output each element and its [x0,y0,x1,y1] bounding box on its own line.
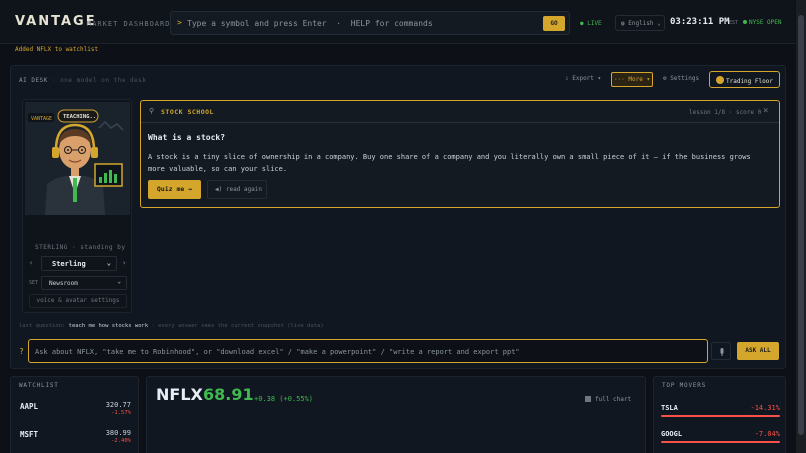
read-again-label: read again [225,186,262,193]
chart-icon [585,396,591,402]
persona-select[interactable]: Sterling ⌄ [41,256,117,271]
avatar-status-badge: TEACHING.. [63,114,96,120]
watchlist-symbol: AAPL [20,402,39,411]
quote-symbol: NFLX [156,385,203,404]
lesson-progress: lesson 1/8 · score 0 [689,109,762,116]
quote-price: 68.91 [203,385,254,404]
last-question-text: teach me how stocks work [68,323,149,329]
chevron-down-icon: ⌄ [117,278,121,285]
timezone-label: EST [729,20,739,26]
quote-panel: NFLX 68.91 +0.38 (+0.55%) full chart [146,376,646,453]
persona-value: Sterling [52,260,86,268]
watchlist-item[interactable]: MSFT 380.99 -2.40% [11,426,138,450]
desk-subtitle: · one model on the desk [51,77,147,84]
language-value: English [628,20,654,27]
lesson-body: A stock is a tiny slice of ownership in … [148,153,751,173]
ask-input[interactable] [35,344,700,359]
mover-bar [661,441,780,443]
quote-change: +0.38 (+0.55%) [254,395,314,403]
microphone-button[interactable] [711,342,731,360]
more-button[interactable]: ··· More ▾ [611,72,653,87]
question-mark-icon: ? [19,347,24,356]
avatar-illustration: VANTAGE TEACHING.. [25,102,130,215]
watchlist-change: -1.57% [111,410,131,416]
set-value: Newsroom [49,280,78,287]
chevron-down-icon: ⌄ [106,259,111,267]
settings-label: Settings [670,75,700,82]
speaker-icon: ◀) [215,186,226,193]
top-movers-panel: TOP MOVERS TSLA -14.31% GOOGL -7.04% [653,376,786,453]
lesson-question: What is a stock? [148,133,226,142]
live-indicator: ● LIVE [580,20,602,27]
chevron-right-icon[interactable]: › [122,259,126,267]
mover-change: -7.04% [754,430,780,438]
watchlist-price: 320.77 [105,401,131,409]
persona-switcher: ‹ Sterling ⌄ › [29,256,127,271]
last-question-suffix: · every answer sees the current snapshot… [151,323,324,329]
last-question-line: last question: teach me how stocks work … [19,323,324,329]
ai-desk-panel: AI DESK · one model on the desk ⇩ Export… [10,65,786,369]
stock-school-card: ⚲ STOCK SCHOOL lesson 1/8 · score 0 × Wh… [140,100,780,208]
graduation-icon: ⚲ [149,107,155,115]
watchlist-panel: WATCHLIST AAPL 320.77 -1.57% MSFT 380.99… [10,376,139,453]
trading-floor-label: Trading Floor [726,78,773,85]
read-again-button[interactable]: ◀) read again [207,180,267,199]
watchlist-item[interactable]: AAPL 320.77 -1.57% [11,398,138,422]
stock-school-header: ⚲ STOCK SCHOOL lesson 1/8 · score 0 × [141,101,779,123]
voice-settings-button[interactable]: voice & avatar settings [29,294,127,308]
top-movers-title: TOP MOVERS [662,382,707,389]
watchlist-change: -2.40% [111,438,131,444]
desk-title-text: AI DESK [19,77,48,84]
mover-symbol: GOOGL [661,430,683,438]
chevron-down-icon: ⌄ [653,20,661,27]
full-chart-button[interactable]: full chart [579,393,637,408]
command-input[interactable] [187,15,537,31]
export-label: Export ▾ [572,75,602,82]
set-row: SET Newsroom ⌄ [29,276,127,290]
mover-bar [661,415,780,417]
trading-floor-icon [716,76,724,84]
set-label: SET [29,280,39,286]
notification-text: Added NFLX to watchlist [15,46,99,53]
market-clock: 03:23:11 PM [670,17,730,27]
avatar-panel: VANTAGE TEACHING.. STERLING · standing b… [22,99,132,313]
top-bar: VANTAGE MARKET DASHBOARD > GO ● LIVE ◍ E… [0,0,795,44]
brand-subtitle: MARKET DASHBOARD [87,20,171,28]
microphone-icon [720,348,724,356]
export-button[interactable]: ⇩ Export ▾ [565,75,601,82]
avatar-name-status: STERLING · standing by [35,244,126,251]
ask-field [28,339,708,363]
stock-school-title: STOCK SCHOOL [161,108,214,116]
close-icon[interactable]: × [763,106,768,116]
language-select[interactable]: ◍ English ⌄ [615,15,665,31]
avatar-badge-brand: VANTAGE [31,116,52,122]
command-prompt-icon: > [177,18,182,27]
command-bar: > [170,11,570,35]
mover-change: -14.31% [750,404,780,412]
watchlist-symbol: MSFT [20,430,39,439]
go-button[interactable]: GO [543,16,565,31]
page-scrollbar-thumb[interactable] [798,15,804,435]
mover-item[interactable]: GOOGL -7.04% [661,428,780,452]
status-dot-icon [743,20,747,24]
market-status-text: NYSE OPEN [749,19,782,26]
quiz-button[interactable]: Quiz me → [148,180,201,199]
mover-symbol: TSLA [661,404,678,412]
desk-title: AI DESK · one model on the desk [19,77,147,84]
mover-item[interactable]: TSLA -14.31% [661,402,780,426]
full-chart-label: full chart [595,396,632,403]
chevron-left-icon[interactable]: ‹ [29,259,33,267]
last-question-prefix: last question: [19,323,66,329]
watchlist-price: 380.99 [105,429,131,437]
avatar-figure-icon: VANTAGE TEACHING.. [25,102,130,215]
watchlist-title: WATCHLIST [19,382,59,389]
brand-logo: VANTAGE [15,14,97,29]
ask-all-button[interactable]: ASK ALL [737,342,779,360]
market-status: NYSE OPEN [743,19,782,26]
trading-floor-button[interactable]: Trading Floor [709,71,780,88]
set-select[interactable]: Newsroom ⌄ [41,276,127,290]
settings-button[interactable]: ⚙ Settings [663,75,699,82]
